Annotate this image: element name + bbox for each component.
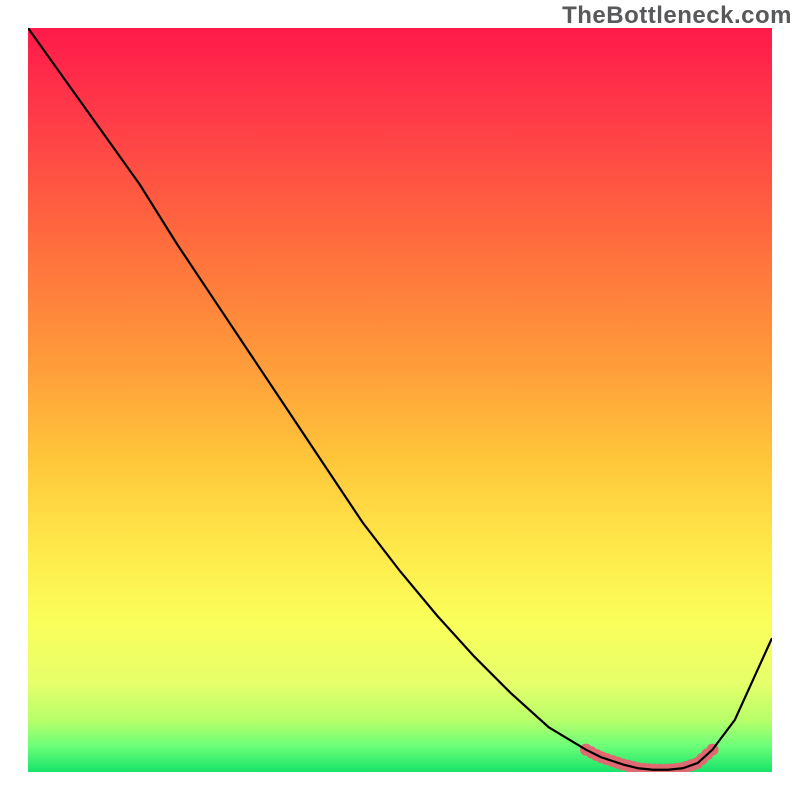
chart-frame: TheBottleneck.com bbox=[0, 0, 800, 800]
chart-plot-area bbox=[28, 28, 772, 772]
watermark-text: TheBottleneck.com bbox=[562, 2, 792, 30]
chart-background bbox=[28, 28, 772, 772]
chart-svg bbox=[28, 28, 772, 772]
